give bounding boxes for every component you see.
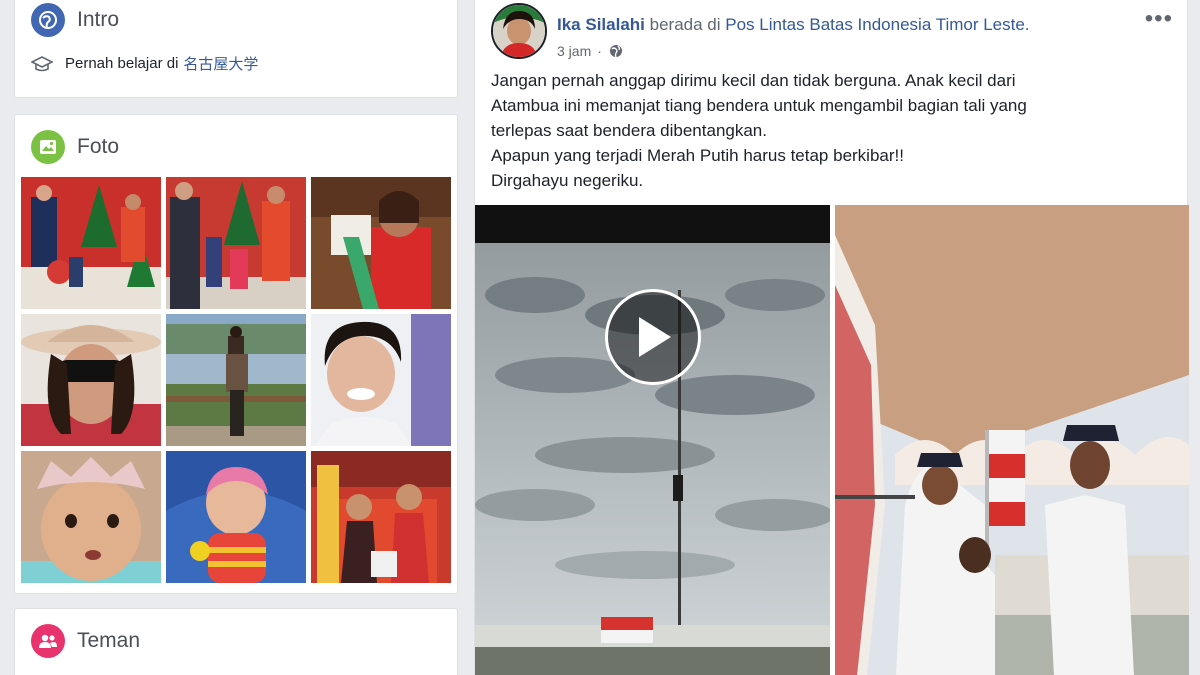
intro-header: Intro bbox=[15, 1, 457, 39]
play-icon bbox=[639, 317, 671, 357]
foto-header: Foto bbox=[15, 119, 457, 175]
foto-title[interactable]: Foto bbox=[77, 135, 119, 159]
more-options-button[interactable]: ••• bbox=[1145, 5, 1173, 33]
at-word: berada di bbox=[649, 15, 721, 34]
photo-thumbnail-6[interactable] bbox=[311, 314, 451, 446]
photo-grid bbox=[21, 177, 451, 583]
post-text-line: Jangan pernah anggap dirimu kecil dan ti… bbox=[491, 71, 1016, 90]
teman-header: Teman bbox=[15, 609, 457, 673]
photo-thumbnail-2[interactable] bbox=[166, 177, 306, 309]
place-link[interactable]: Pos Lintas Batas Indonesia Timor Leste. bbox=[725, 15, 1029, 34]
author-link[interactable]: Ika Silalahi bbox=[557, 15, 645, 34]
education-row: Pernah belajar di 名古屋大学 bbox=[15, 53, 457, 74]
globe-icon bbox=[31, 3, 65, 37]
photo-icon bbox=[31, 130, 65, 164]
photo-media[interactable] bbox=[835, 205, 1189, 675]
post-time[interactable]: 3 jam bbox=[557, 43, 591, 59]
intro-title: Intro bbox=[77, 8, 120, 31]
post-meta: Ika Silalahi berada di Pos Lintas Batas … bbox=[557, 3, 1030, 59]
teman-title[interactable]: Teman bbox=[77, 629, 140, 653]
foto-card: Foto bbox=[14, 114, 458, 594]
video-media[interactable] bbox=[475, 205, 830, 675]
post-card: Ika Silalahi berada di Pos Lintas Batas … bbox=[474, 0, 1189, 675]
photo-thumbnail-1[interactable] bbox=[21, 177, 161, 309]
play-button[interactable] bbox=[605, 289, 701, 385]
post-timestamp-row: 3 jam · bbox=[557, 43, 1030, 59]
post-text-line: Apapun yang terjadi Merah Putih harus te… bbox=[491, 146, 904, 165]
avatar[interactable] bbox=[491, 3, 547, 59]
teman-card: Teman bbox=[14, 608, 458, 675]
photo-thumbnail-8[interactable] bbox=[166, 451, 306, 583]
post-text: Jangan pernah anggap dirimu kecil dan ti… bbox=[491, 68, 1171, 193]
intro-card: Intro Pernah belajar di 名古屋大学 bbox=[14, 0, 458, 98]
public-globe-icon[interactable] bbox=[609, 44, 623, 58]
education-school-link[interactable]: 名古屋大学 bbox=[183, 53, 258, 74]
photo-thumbnail-4[interactable] bbox=[21, 314, 161, 446]
post-headline: Ika Silalahi berada di Pos Lintas Batas … bbox=[557, 15, 1030, 35]
education-prefix: Pernah belajar di bbox=[65, 55, 179, 72]
photo-thumbnail-7[interactable] bbox=[21, 451, 161, 583]
friends-icon bbox=[31, 624, 65, 658]
post-text-line: terlepas saat bendera dibentangkan. bbox=[491, 121, 767, 140]
post-text-line: Atambua ini memanjat tiang bendera untuk… bbox=[491, 96, 1027, 115]
graduation-cap-icon bbox=[31, 55, 53, 71]
dot-separator: · bbox=[597, 43, 602, 59]
post-header: Ika Silalahi berada di Pos Lintas Batas … bbox=[491, 3, 1030, 59]
post-text-line: Dirgahayu negeriku. bbox=[491, 171, 644, 190]
photo-thumbnail-9[interactable] bbox=[311, 451, 451, 583]
photo-thumbnail-5[interactable] bbox=[166, 314, 306, 446]
photo-thumbnail-3[interactable] bbox=[311, 177, 451, 309]
